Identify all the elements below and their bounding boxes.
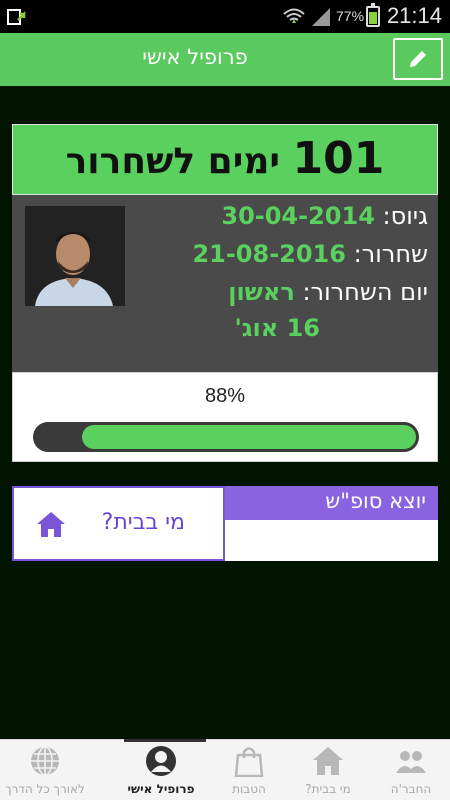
release-label: שחרור: — [353, 240, 428, 268]
bottom-nav: לאורך כל הדרך פרופיל אישי הטבות מי בבית?… — [0, 739, 450, 800]
pencil-icon — [410, 51, 426, 67]
globe-icon — [31, 746, 59, 776]
nav-label: לאורך כל הדרך — [5, 782, 85, 796]
app-update-icon — [7, 9, 26, 25]
enlist-date: 30-04-2014 — [221, 202, 375, 230]
nav-label: מי בבית? — [305, 782, 351, 796]
signal-icon — [312, 8, 330, 26]
countdown: 101 ימים לשחרור — [13, 133, 437, 184]
weekend-panel[interactable]: יוצא סופ"ש — [224, 486, 438, 561]
wifi-icon — [283, 8, 305, 23]
profile-card: 101 ימים לשחרור גיוס: 30-04-2014 שחרור: … — [12, 124, 438, 462]
progress-bar — [33, 422, 419, 452]
release-day-label: יום השחרור: — [302, 278, 428, 306]
home-icon — [313, 747, 343, 775]
enlist-row: גיוס: 30-04-2014 — [221, 202, 428, 230]
nav-item-benefits[interactable]: הטבות — [204, 740, 294, 800]
nav-label: הטבות — [232, 782, 266, 796]
progress-section: 88% — [12, 372, 438, 462]
who-is-home-button[interactable]: מי בבית? — [12, 486, 225, 561]
nav-item-who-is-home[interactable]: מי בבית? — [283, 740, 373, 800]
shopping-bag-icon — [234, 747, 264, 777]
countdown-text: ימים לשחרור — [65, 141, 280, 182]
release-short-date: 16 אוג' — [234, 314, 320, 342]
progress-label: 88% — [204, 385, 246, 407]
progress-fill — [82, 425, 416, 449]
profile-icon — [146, 746, 176, 776]
battery-icon — [366, 3, 380, 27]
avatar[interactable] — [25, 206, 125, 306]
nav-label: החבר'ה — [390, 782, 432, 796]
profile-photo — [25, 206, 125, 306]
enlist-label: גיוס: — [382, 202, 428, 230]
nav-item-friends[interactable]: החבר'ה — [366, 740, 450, 800]
countdown-header: 101 ימים לשחרור — [12, 124, 438, 195]
status-bar: 77% 21:14 — [0, 0, 450, 33]
release-date: 21-08-2016 — [192, 240, 346, 268]
clock: 21:14 — [386, 3, 442, 28]
edit-button[interactable] — [393, 38, 443, 80]
nav-item-profile[interactable]: פרופיל אישי — [116, 739, 206, 800]
release-day: ראשון — [228, 278, 295, 306]
release-row: שחרור: 21-08-2016 — [192, 240, 428, 268]
friends-icon — [396, 751, 426, 773]
battery-percent: 77% — [336, 8, 365, 24]
page-title: פרופיל אישי — [142, 45, 248, 69]
weekend-title: יוצא סופ"ש — [224, 486, 438, 520]
release-day-row: יום השחרור: ראשון — [228, 278, 428, 306]
who-is-home-label: מי בבית? — [101, 510, 185, 535]
action-bar: פרופיל אישי — [0, 33, 450, 86]
home-icon — [37, 512, 65, 537]
countdown-number: 101 — [292, 133, 385, 184]
nav-item-along-the-way[interactable]: לאורך כל הדרך — [0, 740, 90, 800]
nav-label: פרופיל אישי — [127, 782, 195, 796]
